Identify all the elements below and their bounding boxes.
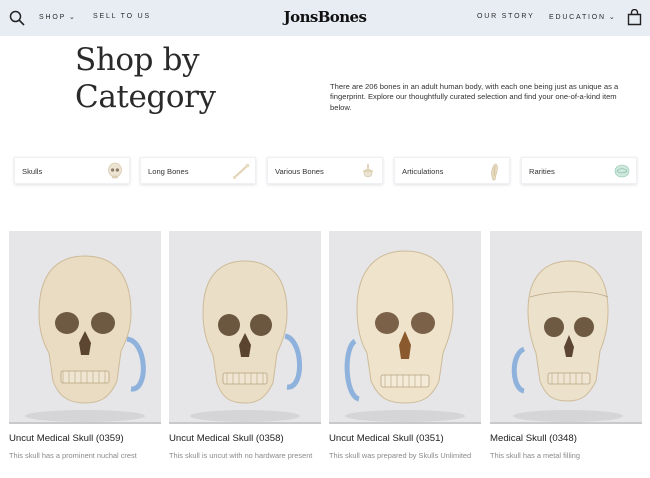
site-header: SHOP ⌄ SELL TO US JonsBones OUR STORY EDU… (0, 0, 650, 36)
category-various-bones[interactable]: Various Bones (267, 157, 383, 184)
page-title: Shop by Category (75, 42, 216, 115)
product-name[interactable]: Uncut Medical Skull (0351) (329, 433, 489, 444)
product-card[interactable]: Uncut Medical Skull (0359) This skull ha… (9, 231, 161, 471)
category-label: Rarities (529, 167, 555, 176)
product-card[interactable]: Uncut Medical Skull (0358) This skull is… (169, 231, 321, 471)
rarity-icon (614, 164, 630, 178)
intro-text: There are 206 bones in an adult human bo… (330, 82, 619, 112)
product-description: This skull has a metal filling (490, 451, 580, 460)
nav-education[interactable]: EDUCATION ⌄ (549, 13, 615, 21)
nav-education-label: EDUCATION (549, 14, 606, 21)
product-name[interactable]: Uncut Medical Skull (0358) (169, 433, 329, 444)
product-card[interactable]: Medical Skull (0348) This skull has a me… (490, 231, 642, 471)
vertebra-icon (363, 164, 373, 178)
product-description: This skull has a prominent nuchal crest (9, 451, 137, 460)
product-name[interactable]: Medical Skull (0348) (490, 433, 650, 444)
skull-photo-icon (9, 231, 161, 422)
category-label: Articulations (402, 167, 444, 176)
product-description: This skull was prepared by Skulls Unlimi… (329, 451, 472, 460)
brand-logo-link[interactable]: JonsBones (284, 8, 367, 26)
long-bone-icon (232, 163, 250, 180)
product-image[interactable] (329, 231, 481, 424)
nav-our-story[interactable]: OUR STORY (477, 13, 535, 20)
product-image[interactable] (169, 231, 321, 424)
skull-photo-icon (329, 231, 481, 422)
skull-photo-icon (169, 231, 321, 422)
category-long-bones[interactable]: Long Bones (140, 157, 256, 184)
product-image[interactable] (490, 231, 642, 424)
skull-icon (108, 162, 122, 179)
category-label: Skulls (22, 167, 43, 176)
chevron-down-icon: ⌄ (608, 14, 615, 21)
category-skulls[interactable]: Skulls (14, 157, 130, 184)
category-articulations[interactable]: Articulations (394, 157, 510, 184)
hand-articulation-icon (491, 163, 498, 181)
shopping-bag-icon[interactable] (627, 9, 642, 26)
nav-our-story-label: OUR STORY (477, 13, 535, 20)
product-description: This skull is uncut with no hardware pre… (169, 451, 313, 460)
product-name[interactable]: Uncut Medical Skull (0359) (9, 433, 169, 444)
product-card[interactable]: Uncut Medical Skull (0351) This skull wa… (329, 231, 481, 471)
category-rarities[interactable]: Rarities (521, 157, 637, 184)
product-image[interactable] (9, 231, 161, 424)
category-label: Long Bones (148, 167, 189, 176)
skull-photo-icon (490, 231, 642, 422)
category-label: Various Bones (275, 167, 324, 176)
